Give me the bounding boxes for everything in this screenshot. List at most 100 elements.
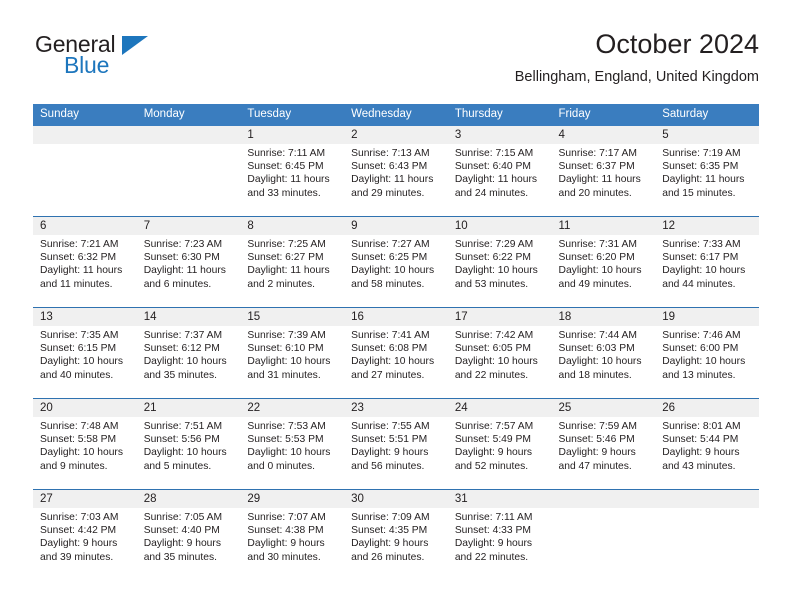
calendar-day-cell[interactable]: 29 Sunrise: 7:07 AM Sunset: 4:38 PM Dayligh… [240, 489, 345, 580]
daylight-text-line1: Daylight: 11 hours [40, 265, 123, 277]
weekday-header-friday: Friday [551, 104, 656, 126]
day-number: 15 [240, 308, 345, 326]
day-cell-details: Sunrise: 7:03 AM Sunset: 4:42 PM Daylight:… [33, 508, 137, 564]
day-cell-inner: 25 Sunrise: 7:59 AM Sunset: 5:46 PM Dayligh… [551, 399, 656, 489]
sunrise-text: Sunrise: 7:37 AM [143, 330, 223, 341]
daylight-text-line2: and 0 minutes. [247, 460, 315, 472]
sunrise-text: Sunrise: 7:17 AM [558, 148, 637, 159]
daylight-text-line2: and 33 minutes. [247, 187, 321, 199]
day-cell-inner: 13 Sunrise: 7:35 AM Sunset: 6:15 PM Dayligh… [33, 308, 137, 398]
calendar-day-cell[interactable]: 19 Sunrise: 7:46 AM Sunset: 6:00 PM Dayligh… [655, 307, 759, 399]
day-number [33, 126, 137, 144]
sunset-text: Sunset: 4:33 PM [454, 525, 531, 537]
weekday-header-wednesday: Wednesday [344, 104, 448, 126]
sunset-text: Sunset: 6:25 PM [351, 252, 428, 264]
day-number: 30 [344, 490, 448, 508]
calendar-day-cell[interactable]: 4 Sunrise: 7:17 AM Sunset: 6:37 PM Daylight… [551, 126, 656, 217]
calendar-day-cell[interactable]: 11 Sunrise: 7:31 AM Sunset: 6:20 PM Dayligh… [551, 216, 656, 308]
day-cell-inner: 16 Sunrise: 7:41 AM Sunset: 6:08 PM Dayligh… [344, 308, 448, 398]
daylight-text-line1: Daylight: 9 hours [351, 447, 429, 459]
sunrise-text: Sunrise: 7:09 AM [351, 512, 430, 523]
generalblue-logo: General Blue [33, 28, 263, 86]
calendar-day-cell[interactable]: 1 Sunrise: 7:11 AM Sunset: 6:45 PM Daylight… [240, 126, 345, 217]
weekday-header-thursday: Thursday [447, 104, 552, 126]
daylight-text-line2: and 31 minutes. [247, 369, 321, 381]
day-cell-inner: 18 Sunrise: 7:44 AM Sunset: 6:03 PM Dayligh… [551, 308, 656, 398]
calendar-day-cell[interactable]: 17 Sunrise: 7:42 AM Sunset: 6:05 PM Dayligh… [447, 307, 552, 399]
sunrise-text: Sunrise: 7:11 AM [247, 148, 326, 159]
daylight-text-line1: Daylight: 10 hours [662, 265, 746, 277]
day-number: 20 [33, 399, 137, 417]
calendar-day-cell[interactable]: 15 Sunrise: 7:39 AM Sunset: 6:10 PM Dayligh… [240, 307, 345, 399]
daylight-text-line1: Daylight: 10 hours [247, 447, 331, 459]
calendar-day-cell[interactable]: 20 Sunrise: 7:48 AM Sunset: 5:58 PM Dayligh… [33, 398, 137, 490]
calendar-day-cell[interactable]: 24 Sunrise: 7:57 AM Sunset: 5:49 PM Dayligh… [447, 398, 552, 490]
calendar-day-cell[interactable]: 10 Sunrise: 7:29 AM Sunset: 6:22 PM Dayligh… [447, 216, 552, 308]
day-cell-details: Sunrise: 7:53 AM Sunset: 5:53 PM Daylight:… [240, 417, 344, 473]
sunset-text: Sunset: 6:10 PM [247, 343, 324, 355]
day-number: 5 [655, 126, 759, 144]
calendar-day-cell[interactable]: 5 Sunrise: 7:19 AM Sunset: 6:35 PM Daylight… [655, 126, 759, 217]
day-cell-details: Sunrise: 7:31 AM Sunset: 6:20 PM Daylight:… [552, 235, 656, 291]
calendar-week-row: 6 Sunrise: 7:21 AM Sunset: 6:32 PM Daylight… [33, 216, 759, 308]
daylight-text-line2: and 44 minutes. [662, 278, 736, 290]
calendar-day-cell[interactable]: 16 Sunrise: 7:41 AM Sunset: 6:08 PM Dayligh… [344, 307, 448, 399]
page-header: General Blue October 2024 Bellingham, En… [33, 28, 759, 98]
calendar-day-cell[interactable]: 12 Sunrise: 7:33 AM Sunset: 6:17 PM Dayligh… [655, 216, 759, 308]
sunset-text: Sunset: 5:56 PM [143, 434, 220, 446]
daylight-text-line1: Daylight: 9 hours [40, 538, 118, 550]
calendar-day-cell[interactable]: 27 Sunrise: 7:03 AM Sunset: 4:42 PM Dayligh… [33, 489, 137, 580]
calendar-day-cell[interactable]: 8 Sunrise: 7:25 AM Sunset: 6:27 PM Daylight… [240, 216, 345, 308]
calendar-day-cell[interactable]: 26 Sunrise: 8:01 AM Sunset: 5:44 PM Dayligh… [655, 398, 759, 490]
calendar-day-cell[interactable]: 7 Sunrise: 7:23 AM Sunset: 6:30 PM Daylight… [136, 216, 241, 308]
calendar-day-cell[interactable]: 23 Sunrise: 7:55 AM Sunset: 5:51 PM Dayligh… [344, 398, 448, 490]
day-number: 12 [655, 217, 759, 235]
day-cell-inner: 26 Sunrise: 8:01 AM Sunset: 5:44 PM Dayligh… [655, 399, 759, 489]
sunset-text: Sunset: 6:32 PM [40, 252, 117, 264]
daylight-text-line2: and 22 minutes. [454, 551, 529, 563]
sunset-text: Sunset: 6:00 PM [662, 343, 739, 355]
day-cell-inner: 4 Sunrise: 7:17 AM Sunset: 6:37 PM Daylight… [551, 126, 656, 216]
calendar-day-cell[interactable]: 13 Sunrise: 7:35 AM Sunset: 6:15 PM Dayligh… [33, 307, 137, 399]
day-cell-details: Sunrise: 7:42 AM Sunset: 6:05 PM Daylight:… [448, 326, 552, 382]
calendar-day-cell[interactable]: 2 Sunrise: 7:13 AM Sunset: 6:43 PM Daylight… [344, 126, 448, 217]
daylight-text-line1: Daylight: 9 hours [247, 538, 325, 550]
day-number [551, 490, 656, 508]
calendar-page: General Blue October 2024 Bellingham, En… [0, 0, 792, 612]
day-cell-inner: 11 Sunrise: 7:31 AM Sunset: 6:20 PM Dayligh… [551, 217, 656, 307]
calendar-day-cell[interactable]: 6 Sunrise: 7:21 AM Sunset: 6:32 PM Daylight… [33, 216, 137, 308]
calendar-day-cell[interactable]: 25 Sunrise: 7:59 AM Sunset: 5:46 PM Dayligh… [551, 398, 656, 490]
calendar-day-cell[interactable]: 28 Sunrise: 7:05 AM Sunset: 4:40 PM Dayligh… [136, 489, 241, 580]
day-cell-inner [33, 126, 137, 216]
calendar-day-cell[interactable]: 3 Sunrise: 7:15 AM Sunset: 6:40 PM Daylight… [447, 126, 552, 217]
sunrise-text: Sunrise: 7:51 AM [143, 421, 223, 432]
calendar-day-cell[interactable]: 9 Sunrise: 7:27 AM Sunset: 6:25 PM Daylight… [344, 216, 448, 308]
calendar-day-cell[interactable]: 30 Sunrise: 7:09 AM Sunset: 4:35 PM Dayligh… [344, 489, 448, 580]
day-number: 22 [240, 399, 345, 417]
page-subtitle: Bellingham, England, United Kingdom [514, 69, 759, 85]
day-number: 2 [344, 126, 448, 144]
daylight-text-line1: Daylight: 11 hours [351, 174, 434, 186]
daylight-text-line1: Daylight: 11 hours [247, 174, 330, 186]
day-cell-inner: 29 Sunrise: 7:07 AM Sunset: 4:38 PM Dayligh… [240, 490, 345, 580]
sunset-text: Sunset: 6:30 PM [143, 252, 220, 264]
sunset-text: Sunset: 6:03 PM [558, 343, 635, 355]
calendar-day-cell[interactable]: 14 Sunrise: 7:37 AM Sunset: 6:12 PM Dayligh… [136, 307, 241, 399]
sunset-text: Sunset: 6:12 PM [143, 343, 220, 355]
calendar-day-cell[interactable]: 21 Sunrise: 7:51 AM Sunset: 5:56 PM Dayligh… [136, 398, 241, 490]
day-cell-details: Sunrise: 7:35 AM Sunset: 6:15 PM Daylight:… [33, 326, 137, 382]
calendar-day-cell[interactable]: 18 Sunrise: 7:44 AM Sunset: 6:03 PM Dayligh… [551, 307, 656, 399]
sunrise-text: Sunrise: 7:03 AM [40, 512, 119, 523]
daylight-text-line1: Daylight: 9 hours [662, 447, 740, 459]
day-number: 4 [551, 126, 656, 144]
sunset-text: Sunset: 6:27 PM [247, 252, 324, 264]
daylight-text-line2: and 52 minutes. [454, 460, 529, 472]
day-cell-inner: 10 Sunrise: 7:29 AM Sunset: 6:22 PM Dayligh… [447, 217, 552, 307]
day-cell-details: Sunrise: 7:51 AM Sunset: 5:56 PM Daylight:… [137, 417, 241, 473]
calendar-day-cell[interactable]: 31 Sunrise: 7:11 AM Sunset: 4:33 PM Dayligh… [447, 489, 552, 580]
calendar-day-cell[interactable]: 22 Sunrise: 7:53 AM Sunset: 5:53 PM Dayligh… [240, 398, 345, 490]
daylight-text-line1: Daylight: 10 hours [662, 356, 746, 368]
day-number: 18 [551, 308, 656, 326]
day-cell-inner: 20 Sunrise: 7:48 AM Sunset: 5:58 PM Dayligh… [33, 399, 137, 489]
day-cell-inner: 27 Sunrise: 7:03 AM Sunset: 4:42 PM Dayligh… [33, 490, 137, 580]
